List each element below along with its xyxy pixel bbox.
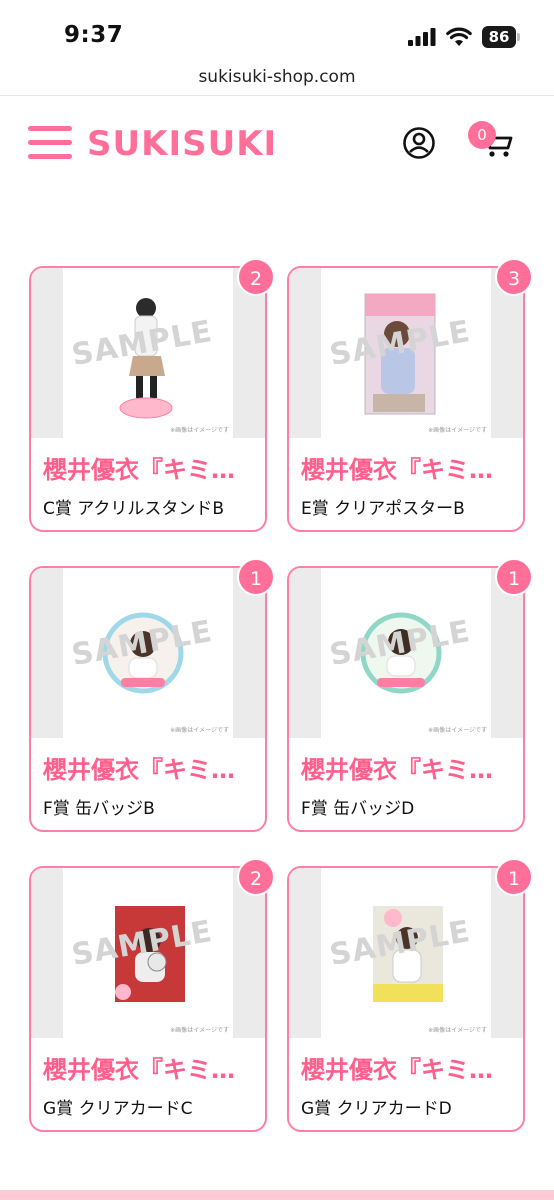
quantity-badge: 2	[237, 258, 275, 296]
cart-count-badge: 0	[468, 121, 496, 149]
product-subtitle: F賞 缶バッジD	[301, 799, 415, 819]
product-card[interactable]: SAMPLE ※画像はイメージです 1 櫻井優衣『キミ… G賞 クリアカードD	[287, 858, 533, 1132]
product-title: 櫻井優衣『キミ…	[301, 456, 493, 484]
hamburger-menu-icon[interactable]	[28, 124, 72, 162]
site-logo[interactable]: SUKISUKI	[87, 124, 277, 164]
product-card[interactable]: SAMPLE ※画像はイメージです 3 櫻井優衣『キミ… E賞 クリアポスターB	[287, 258, 533, 532]
quantity-badge: 3	[495, 258, 533, 296]
product-title: 櫻井優衣『キミ…	[43, 756, 235, 784]
product-title: 櫻井優衣『キミ…	[301, 1056, 493, 1084]
footer-band	[0, 1190, 554, 1200]
wifi-icon	[446, 27, 472, 46]
battery-indicator: 86	[482, 26, 520, 48]
image-note: ※画像はイメージです	[170, 1027, 229, 1034]
product-subtitle: F賞 缶バッジB	[43, 799, 155, 819]
image-note: ※画像はイメージです	[428, 1027, 487, 1034]
product-title: 櫻井優衣『キミ…	[43, 1056, 235, 1084]
image-note: ※画像はイメージです	[428, 727, 487, 734]
product-card[interactable]: SAMPLE ※画像はイメージです 1 櫻井優衣『キミ… F賞 缶バッジB	[29, 558, 275, 832]
product-subtitle: G賞 クリアカードC	[43, 1099, 193, 1119]
product-image: SAMPLE ※画像はイメージです	[31, 568, 265, 738]
address-bar[interactable]: sukisuki-shop.com	[0, 62, 554, 96]
site-header: SUKISUKI 0	[0, 96, 554, 196]
product-image: SAMPLE ※画像はイメージです	[289, 568, 523, 738]
image-note: ※画像はイメージです	[170, 427, 229, 434]
quantity-badge: 1	[237, 558, 275, 596]
quantity-badge: 1	[495, 858, 533, 896]
product-image: SAMPLE ※画像はイメージです	[289, 268, 523, 438]
product-subtitle: G賞 クリアカードD	[301, 1099, 452, 1119]
product-image: SAMPLE ※画像はイメージです	[31, 268, 265, 438]
status-bar: 9:37 86	[0, 0, 554, 62]
cellular-signal-icon	[408, 28, 436, 46]
quantity-badge: 2	[237, 858, 275, 896]
status-time: 9:37	[64, 22, 124, 48]
image-note: ※画像はイメージです	[428, 427, 487, 434]
product-card[interactable]: SAMPLE ※画像はイメージです 1 櫻井優衣『キミ… F賞 缶バッジD	[287, 558, 533, 832]
product-card[interactable]: SAMPLE ※画像はイメージです 2 櫻井優衣『キミ… G賞 クリアカードC	[29, 858, 275, 1132]
product-title: 櫻井優衣『キミ…	[301, 756, 493, 784]
image-note: ※画像はイメージです	[170, 727, 229, 734]
status-icons: 86	[408, 26, 520, 48]
battery-level: 86	[482, 26, 516, 48]
account-icon[interactable]	[402, 126, 436, 160]
product-image: SAMPLE ※画像はイメージです	[289, 868, 523, 1038]
product-title: 櫻井優衣『キミ…	[43, 456, 235, 484]
product-subtitle: E賞 クリアポスターB	[301, 499, 465, 519]
product-subtitle: C賞 アクリルスタンドB	[43, 499, 225, 519]
quantity-badge: 1	[495, 558, 533, 596]
product-image: SAMPLE ※画像はイメージです	[31, 868, 265, 1038]
battery-tip	[517, 33, 520, 41]
product-card[interactable]: SAMPLE ※画像はイメージです 2 櫻井優衣『キミ… C賞 アクリルスタンド…	[29, 258, 275, 532]
